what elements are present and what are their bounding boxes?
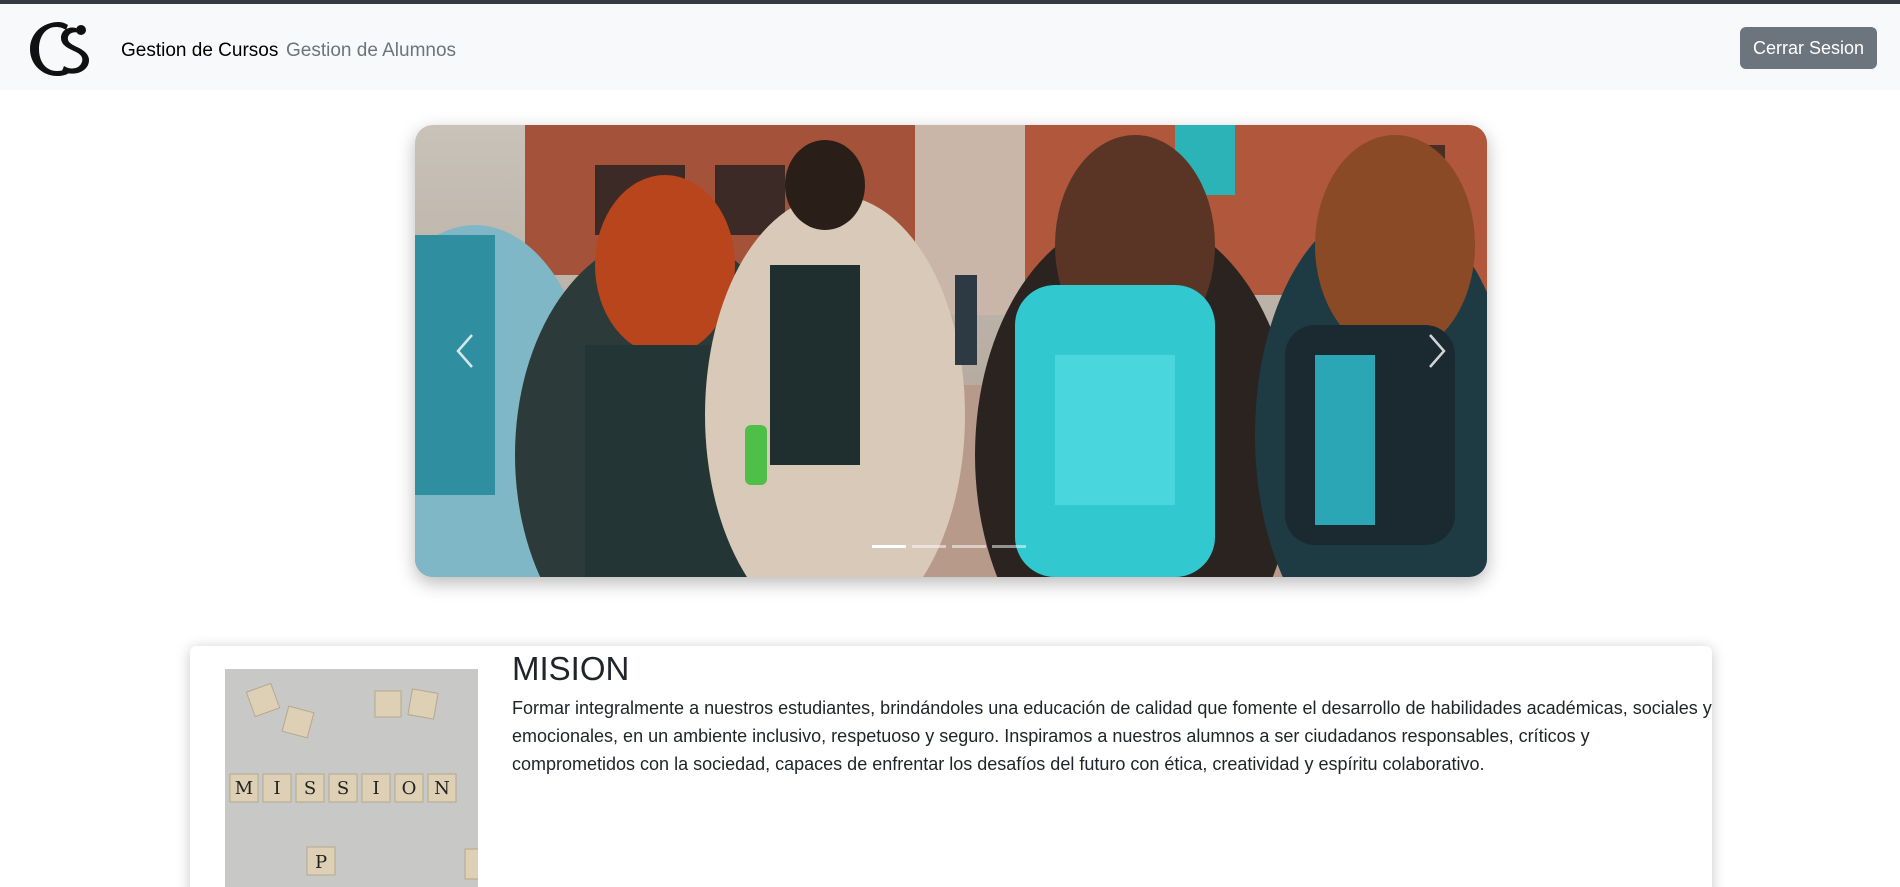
chevron-left-icon <box>456 334 473 368</box>
carousel-prev-button[interactable] <box>435 321 495 381</box>
carousel-indicator[interactable] <box>992 545 1026 548</box>
carousel-next-button[interactable] <box>1407 321 1467 381</box>
carousel-indicator[interactable] <box>952 545 986 548</box>
svg-text:N: N <box>434 778 450 799</box>
navbar: Gestion de Cursos Gestion de Alumnos Cer… <box>0 4 1900 90</box>
mission-image: M I S S I O N P <box>225 669 478 887</box>
svg-text:I: I <box>273 778 280 799</box>
svg-text:O: O <box>402 778 417 799</box>
svg-text:P: P <box>315 852 327 873</box>
logout-button[interactable]: Cerrar Sesion <box>1740 27 1877 69</box>
svg-text:S: S <box>337 778 349 799</box>
carousel-slide-image <box>415 125 1487 577</box>
image-carousel <box>415 125 1487 577</box>
mission-title: MISION <box>512 650 630 687</box>
carousel-indicators <box>872 545 1026 549</box>
svg-text:I: I <box>372 778 379 799</box>
svg-text:S: S <box>304 778 316 799</box>
chevron-right-icon <box>1429 334 1446 368</box>
nav-link-gestion-alumnos[interactable]: Gestion de Alumnos <box>286 39 456 63</box>
nav-link-gestion-cursos[interactable]: Gestion de Cursos <box>121 39 278 63</box>
cs-logo-icon[interactable] <box>26 18 92 80</box>
mission-card: M I S S I O N P MISION Formar integralme… <box>190 646 1712 887</box>
carousel-indicator[interactable] <box>872 545 906 548</box>
mission-description: Formar integralmente a nuestros estudian… <box>512 698 1712 774</box>
carousel-indicator[interactable] <box>912 545 946 548</box>
svg-text:M: M <box>235 778 253 799</box>
